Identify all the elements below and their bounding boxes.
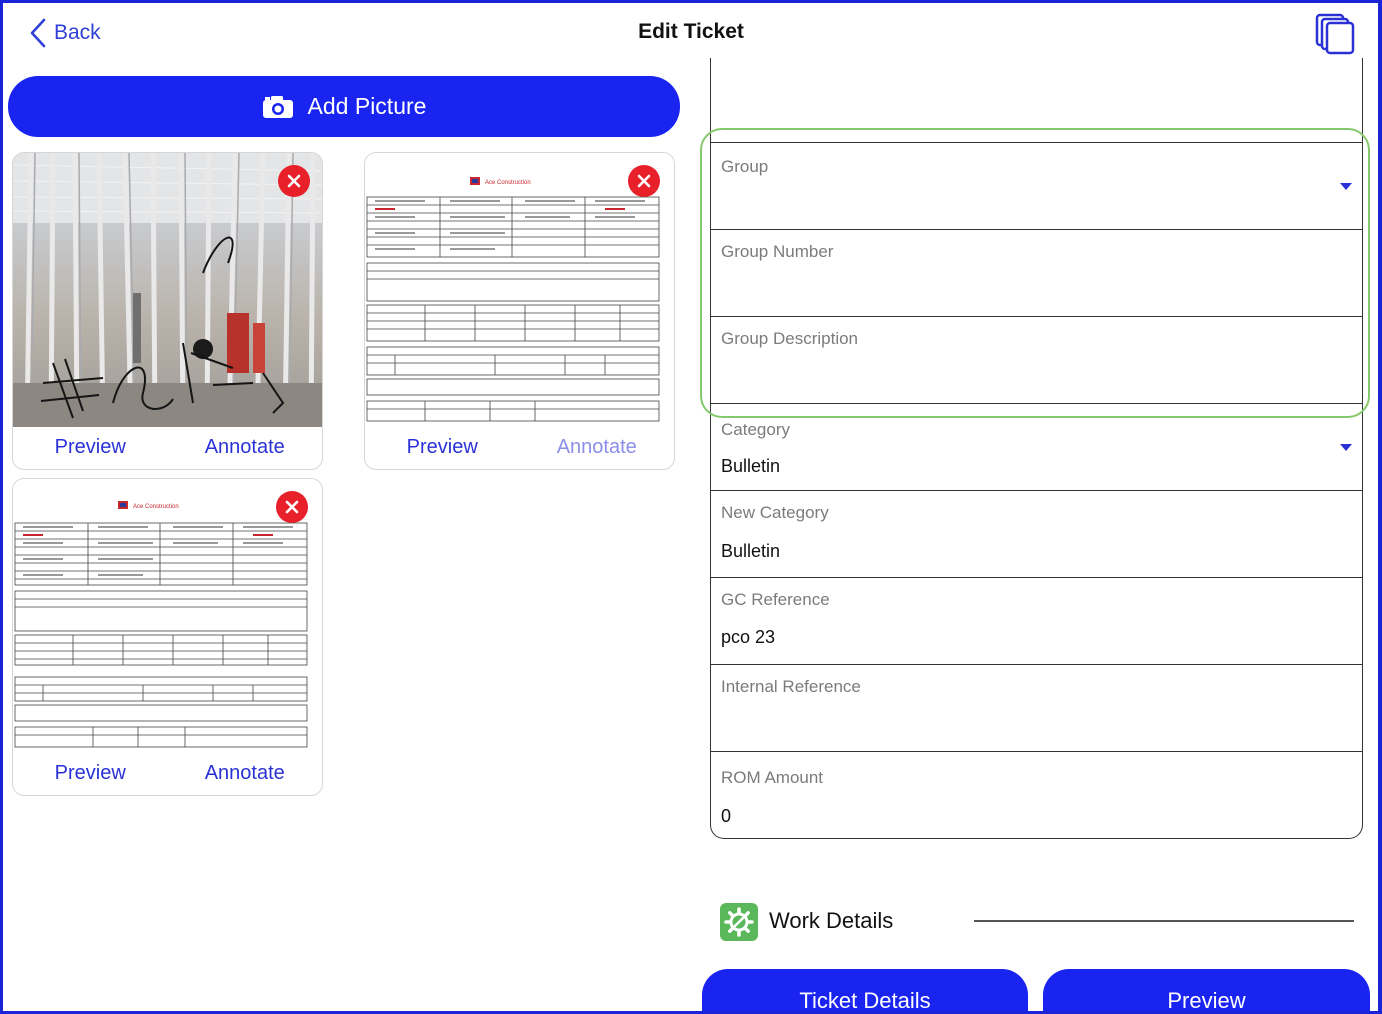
ticket-details-button[interactable]: Ticket Details <box>702 969 1028 1014</box>
gc-reference-value: pco 23 <box>721 627 776 647</box>
copy-icon[interactable] <box>1314 12 1358 56</box>
add-picture-label: Add Picture <box>307 93 427 119</box>
annotate-button[interactable]: Annotate <box>520 436 675 459</box>
category-select[interactable]: Bulletin <box>711 404 1362 490</box>
preview-ticket-button[interactable]: Preview <box>1043 969 1370 1014</box>
new-category-value: Bulletin <box>721 541 781 561</box>
gear-wrench-icon <box>720 903 758 941</box>
doc-brand: Ace Construction <box>485 180 531 186</box>
gc-reference-field: GC Reference pco 23 <box>711 577 1362 664</box>
doc-brand: Ace Construction <box>133 504 179 510</box>
ticket-details-label: Ticket Details <box>799 988 931 1013</box>
document-thumbnail[interactable]: Ace Construction <box>365 153 674 427</box>
category-field: Category Bulletin <box>711 403 1362 490</box>
group-field: Group <box>711 142 1362 229</box>
group-description-field: Group Description <box>711 316 1362 403</box>
group-number-field: Group Number <box>711 229 1362 316</box>
camera-icon <box>262 95 293 118</box>
category-value: Bulletin <box>721 456 781 476</box>
chevron-down-icon <box>1340 444 1352 451</box>
annotate-button[interactable]: Annotate <box>168 762 323 785</box>
new-category-field: New Category Bulletin <box>711 490 1362 577</box>
gc-reference-input[interactable]: pco 23 <box>711 578 1362 664</box>
annotate-button[interactable]: Annotate <box>168 436 323 459</box>
group-description-input[interactable] <box>711 317 1362 403</box>
preview-button[interactable]: Preview <box>13 762 168 785</box>
section-divider <box>974 920 1354 922</box>
rom-amount-field: ROM Amount 0 <box>711 751 1362 839</box>
remove-picture-button[interactable] <box>276 491 308 523</box>
rom-amount-input[interactable]: 0 <box>711 752 1362 839</box>
document-thumbnail[interactable]: Ace Construction <box>13 479 322 753</box>
picture-card: Ace Construction Preview Annotate <box>12 478 323 796</box>
group-number-input[interactable] <box>711 230 1362 316</box>
remove-picture-button[interactable] <box>278 165 310 197</box>
close-icon <box>285 500 299 514</box>
group-select[interactable] <box>711 143 1362 229</box>
internal-reference-input[interactable] <box>711 665 1362 751</box>
construction-photo[interactable] <box>13 153 322 427</box>
form-previous-field[interactable] <box>710 58 1363 142</box>
remove-picture-button[interactable] <box>628 165 660 197</box>
picture-card: Ace Construction Preview Annotate <box>364 152 675 470</box>
internal-reference-field: Internal Reference <box>711 664 1362 751</box>
work-details-heading: Work Details <box>769 908 894 933</box>
page-title: Edit Ticket <box>638 20 744 43</box>
close-icon <box>287 174 301 188</box>
rom-amount-value: 0 <box>721 806 732 826</box>
picture-card: Preview Annotate <box>12 152 323 470</box>
ticket-form: Group Group Number Group Description Cat… <box>710 142 1363 839</box>
preview-button[interactable]: Preview <box>365 436 520 459</box>
chevron-down-icon <box>1340 183 1352 190</box>
new-category-input[interactable]: Bulletin <box>711 491 1362 577</box>
preview-button[interactable]: Preview <box>13 436 168 459</box>
close-icon <box>637 174 651 188</box>
add-picture-button[interactable]: Add Picture <box>8 76 680 137</box>
preview-ticket-label: Preview <box>1167 988 1246 1013</box>
